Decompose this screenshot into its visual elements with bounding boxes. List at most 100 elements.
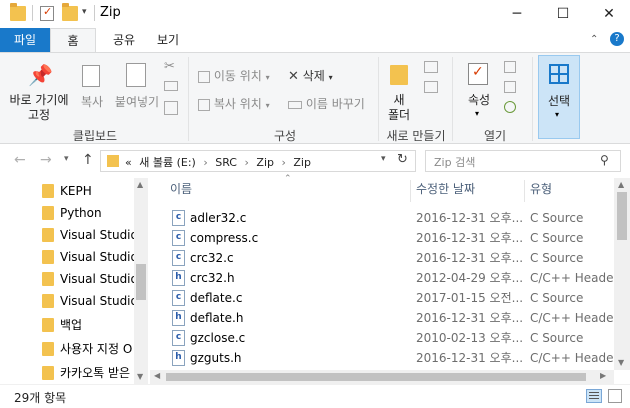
window-title: Zip bbox=[100, 5, 121, 20]
file-list-hscroll-thumb[interactable] bbox=[166, 373, 586, 381]
address-dropdown-icon[interactable]: ▾ bbox=[381, 154, 386, 164]
file-row[interactable]: c compress.c 2016-12-31 오후... C Source bbox=[168, 228, 614, 248]
maximize-button[interactable]: ☐ bbox=[540, 0, 586, 28]
file-name: adler32.c bbox=[190, 211, 247, 225]
search-input[interactable]: Zip 검색 ⚲ bbox=[425, 150, 621, 172]
delete-button[interactable]: ✕ 삭제 ▾ bbox=[288, 65, 333, 87]
file-row[interactable]: c gzclose.c 2010-02-13 오후... C Source bbox=[168, 328, 614, 348]
breadcrumb: « 새 볼륨 (E:) › SRC › Zip › Zip bbox=[125, 156, 311, 169]
group-separator bbox=[378, 57, 379, 141]
column-header-name[interactable]: 이름 bbox=[170, 180, 192, 197]
scroll-up-icon[interactable]: ▲ bbox=[618, 180, 624, 189]
minimize-button[interactable]: ─ bbox=[494, 0, 540, 28]
tab-share[interactable]: 공유 bbox=[104, 28, 144, 52]
chevron-down-icon: ▾ bbox=[555, 110, 560, 119]
scroll-down-icon[interactable]: ▼ bbox=[137, 372, 143, 381]
tab-home[interactable]: 홈 bbox=[50, 28, 96, 52]
search-icon[interactable]: ⚲ bbox=[600, 153, 609, 167]
column-divider[interactable] bbox=[524, 180, 525, 202]
properties-icon[interactable]: ✓ bbox=[40, 5, 54, 21]
nav-scrollbar[interactable]: ▲ ▼ bbox=[134, 178, 148, 384]
folder-icon bbox=[42, 272, 54, 286]
open-group-label: 열기 bbox=[483, 129, 507, 143]
copy-to-button[interactable]: 복사 위치 ▾ bbox=[198, 93, 270, 115]
file-row[interactable]: c deflate.c 2017-01-15 오전... C Source bbox=[168, 288, 614, 308]
scroll-up-icon[interactable]: ▲ bbox=[137, 180, 143, 189]
nav-item-visual-studio[interactable]: Visual Studio 2 bbox=[60, 268, 134, 290]
folder-icon bbox=[42, 228, 54, 242]
file-list-scroll-thumb[interactable] bbox=[617, 192, 627, 240]
clipboard-group-label: 클립보드 bbox=[72, 129, 118, 143]
file-row[interactable]: h gzguts.h 2016-12-31 오후... C/C++ Header bbox=[168, 348, 618, 368]
new-folder-icon[interactable] bbox=[62, 3, 78, 21]
scroll-down-icon[interactable]: ▼ bbox=[618, 358, 624, 367]
help-icon[interactable]: ? bbox=[610, 32, 624, 46]
file-name: crc32.h bbox=[190, 271, 235, 285]
cut-icon[interactable]: ✂ bbox=[164, 59, 175, 74]
large-icons-view-icon[interactable] bbox=[608, 389, 622, 403]
file-row[interactable]: h crc32.h 2012-04-29 오후... C/C++ Header bbox=[168, 268, 618, 288]
copy-label: 복사 bbox=[80, 95, 104, 109]
scroll-right-icon[interactable]: ▶ bbox=[600, 371, 606, 380]
new-folder-button[interactable]: 새 폴더 bbox=[384, 55, 414, 122]
paste-shortcut-icon[interactable] bbox=[164, 101, 178, 115]
nav-scroll-thumb[interactable] bbox=[136, 264, 146, 300]
column-header-type[interactable]: 유형 bbox=[530, 180, 552, 197]
nav-item-visual-studio[interactable]: Visual Studio 2 bbox=[60, 224, 134, 246]
file-row[interactable]: c crc32.c 2016-12-31 오후... C Source bbox=[168, 248, 614, 268]
file-date: 2017-01-15 오전... bbox=[416, 291, 524, 305]
file-type: C/C++ Header bbox=[530, 351, 619, 365]
properties-icon: ✓ bbox=[468, 63, 488, 85]
copy-path-icon[interactable] bbox=[164, 81, 178, 91]
new-item-icon[interactable] bbox=[424, 61, 438, 73]
column-divider[interactable] bbox=[410, 180, 411, 202]
file-date: 2016-12-31 오후... bbox=[416, 211, 524, 225]
easy-access-icon[interactable] bbox=[424, 81, 438, 93]
up-button[interactable]: ↑ bbox=[82, 152, 94, 168]
breadcrumb-item-zip[interactable]: Zip bbox=[256, 156, 274, 169]
chevron-down-icon: ▾ bbox=[265, 73, 270, 82]
recent-locations-icon[interactable]: ▾ bbox=[64, 154, 69, 164]
navigation-pane: KEPH Python Visual Studio 2 Visual Studi… bbox=[0, 178, 148, 384]
breadcrumb-item-zip-current[interactable]: Zip bbox=[293, 156, 311, 169]
file-row[interactable]: c adler32.c 2016-12-31 오후... C Source bbox=[168, 208, 614, 228]
paste-button[interactable]: 붙여넣기 bbox=[112, 55, 162, 121]
file-list-vscrollbar[interactable]: ▲ ▼ bbox=[614, 178, 630, 370]
tab-file[interactable]: 파일 bbox=[0, 28, 50, 52]
file-list-hscrollbar[interactable]: ◀ ▶ bbox=[150, 370, 614, 384]
refresh-icon[interactable]: ↻ bbox=[397, 152, 408, 167]
nav-item-visual-studio[interactable]: Visual Studio 2 bbox=[60, 246, 134, 268]
tab-view[interactable]: 보기 bbox=[148, 28, 188, 52]
c-source-file-icon: c bbox=[172, 290, 185, 306]
nav-item-custom[interactable]: 사용자 지정 O bbox=[60, 338, 134, 360]
pin-quick-access-button[interactable]: 📌 바로 가기에 고정 bbox=[4, 55, 72, 122]
file-row[interactable]: h deflate.h 2016-12-31 오후... C/C++ Heade… bbox=[168, 308, 618, 328]
c-source-file-icon: c bbox=[172, 210, 185, 226]
close-button[interactable]: ✕ bbox=[586, 0, 630, 28]
select-button[interactable]: 선택 ▾ bbox=[538, 55, 580, 139]
properties-button[interactable]: ✓ 속성 ▾ bbox=[458, 55, 500, 121]
breadcrumb-overflow[interactable]: « bbox=[125, 156, 132, 169]
collapse-ribbon-icon[interactable]: ⌃ bbox=[590, 34, 598, 45]
rename-button[interactable]: 이름 바꾸기 bbox=[288, 93, 365, 115]
nav-item-kakaotalk[interactable]: 카카오톡 받은 bbox=[60, 362, 134, 382]
pin-quick-access-label: 바로 가기에 고정 bbox=[9, 93, 69, 122]
breadcrumb-item-src[interactable]: SRC bbox=[215, 156, 237, 169]
address-bar[interactable]: « 새 볼륨 (E:) › SRC › Zip › Zip ▾ ↻ bbox=[100, 150, 416, 172]
customize-quick-access-icon[interactable]: ▾ bbox=[82, 7, 87, 17]
copy-button[interactable]: 복사 bbox=[76, 55, 108, 121]
edit-icon[interactable] bbox=[504, 81, 516, 93]
nav-item-visual-studio[interactable]: Visual Studio 2 bbox=[60, 290, 134, 312]
open-icon[interactable] bbox=[504, 61, 516, 73]
column-header-modified[interactable]: 수정한 날짜 bbox=[416, 180, 475, 197]
details-view-icon[interactable] bbox=[586, 389, 602, 403]
file-date: 2016-12-31 오후... bbox=[416, 311, 524, 325]
file-type: C/C++ Header bbox=[530, 271, 619, 285]
history-icon[interactable] bbox=[504, 101, 516, 113]
organize-group-label: 구성 bbox=[273, 129, 297, 143]
forward-button[interactable]: → bbox=[40, 152, 52, 168]
breadcrumb-item-volume[interactable]: 새 볼륨 (E:) bbox=[139, 156, 196, 169]
move-to-button[interactable]: 이동 위치 ▾ bbox=[198, 65, 270, 87]
back-button[interactable]: ← bbox=[14, 152, 26, 168]
scroll-left-icon[interactable]: ◀ bbox=[154, 371, 160, 380]
